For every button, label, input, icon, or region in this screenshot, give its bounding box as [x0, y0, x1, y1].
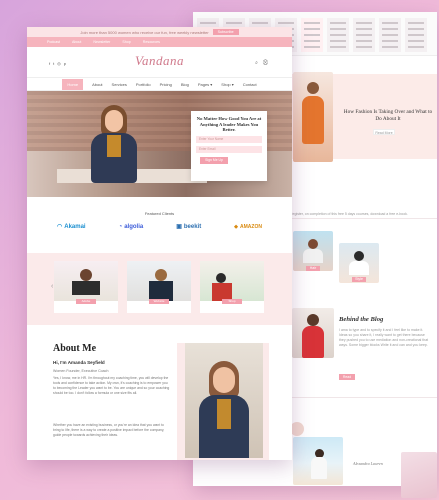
nav-item-about[interactable]: About [92, 82, 102, 87]
featured-post-image[interactable] [293, 72, 333, 162]
email-field[interactable]: Enter Email [196, 145, 262, 153]
announcement-text: Join more than 5000 women who receive ou… [80, 29, 209, 35]
gallery-image-hair[interactable] [293, 231, 333, 271]
service-label: Adobe [76, 299, 96, 304]
featured-title: Featured Clients [144, 211, 175, 216]
behind-blog-title: Behind the Blog [339, 316, 384, 323]
search-icon[interactable]: ⌕ [255, 60, 258, 66]
main-nav: Home About Services Portfolio Pricing Bl… [27, 77, 292, 91]
featured-post-title[interactable]: How Fashion Is Taking Over and What to D… [343, 109, 433, 123]
service-card[interactable]: Adobe [54, 261, 118, 313]
about-photo-frame [177, 343, 269, 460]
client-logo-akamai: ◠ Akamai [57, 223, 86, 231]
about-section: About Me Hi, I'm Amanda Seyfield Women F… [27, 325, 292, 460]
about-title: About Me [53, 343, 97, 354]
service-card[interactable]: Website [127, 261, 191, 313]
nav-item-services[interactable]: Services [112, 82, 127, 87]
client-logo-beekit: ▣ beekit [176, 223, 202, 231]
sign-up-button[interactable]: Sign Me Up [200, 156, 228, 164]
announcement-bar: Join more than 5000 women who receive ou… [27, 27, 292, 37]
read-more-button[interactable]: Read More [373, 129, 395, 135]
top-nav-item[interactable]: Newsletter [93, 40, 110, 44]
service-label: Shop [222, 299, 242, 304]
about-role: Women Founder, Executive Coach [53, 369, 109, 373]
behind-blog-button[interactable]: Read [339, 374, 355, 380]
cart-icon[interactable]: ⛒ [263, 60, 268, 66]
signature-name: Alexandra Lawren [353, 461, 383, 466]
nav-item-blog[interactable]: Blog [181, 82, 189, 87]
gallery-label-hair[interactable]: Hair [306, 266, 320, 271]
flower-image [401, 452, 437, 498]
about-paragraph: Yes, I know, me in HR. I'm throughout my… [53, 376, 170, 395]
service-card[interactable]: Shop [200, 261, 264, 313]
featured-clients: Featured Clients ◠ Akamai ◔ algolia ▣ beeki… [27, 205, 292, 249]
about-greeting: Hi, I'm Amanda Seyfield [53, 360, 105, 365]
front-page-preview: Join more than 5000 women who receive ou… [27, 27, 292, 460]
about-photo [185, 343, 263, 458]
site-logo[interactable]: Vandana [135, 53, 184, 69]
nav-item-portfolio[interactable]: Portfolio [136, 82, 151, 87]
behind-blog-image[interactable] [292, 308, 334, 358]
behind-blog-text: I ama to type and to specify it and I fe… [339, 328, 429, 347]
nav-item-pricing[interactable]: Pricing [160, 82, 172, 87]
top-nav-item[interactable]: About [72, 40, 81, 44]
carousel-prev-icon[interactable]: ‹ [51, 283, 53, 290]
nav-item-pages[interactable]: Pages ▾ [198, 82, 212, 87]
hero-person [87, 105, 141, 185]
subscribe-button[interactable]: Subscribe [212, 29, 239, 35]
gallery-label-style[interactable]: Style [352, 277, 366, 282]
signature-photo-small [290, 422, 304, 436]
beach-photo[interactable] [293, 437, 343, 485]
optin-form: No Matter How Good You Are at Anything A… [191, 111, 267, 181]
top-nav: Podcast About Newsletter Shop Resources [27, 37, 292, 47]
top-nav-item[interactable]: Shop [122, 40, 130, 44]
about-paragraph: Whether you have an existing business, o… [53, 423, 165, 437]
top-nav-item[interactable]: Resources [143, 40, 160, 44]
nav-item-shop[interactable]: Shop ▾ [221, 82, 233, 87]
service-label: Website [149, 299, 169, 304]
nav-item-home[interactable]: Home [62, 78, 84, 90]
client-logo-algolia: ◔ algolia [118, 223, 144, 230]
nav-item-contact[interactable]: Contact [243, 82, 257, 87]
name-field[interactable]: Enter Your Name [196, 135, 262, 143]
client-logo-amazon: ◆ AMAZON [234, 223, 262, 230]
optin-heading: No Matter How Good You Are at Anything A… [196, 116, 262, 132]
top-nav-item[interactable]: Podcast [47, 40, 60, 44]
intro-text: Register, on completion of this free 5 d… [290, 212, 408, 216]
services-carousel: ‹ Adobe Website Shop [27, 253, 292, 325]
